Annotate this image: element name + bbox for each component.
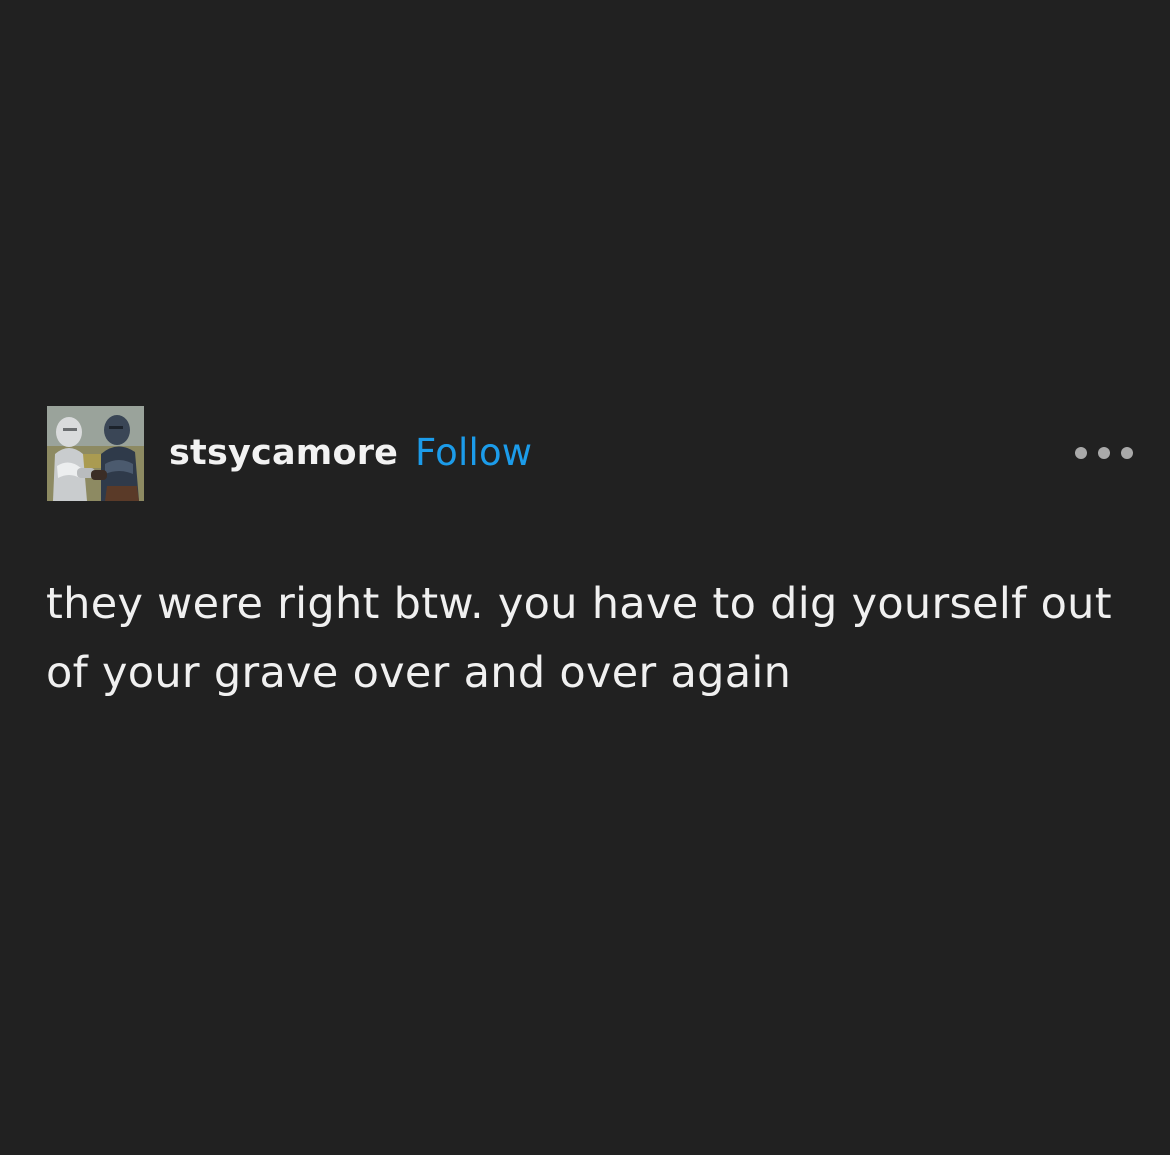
post-body-text: they were right btw. you have to dig you… <box>46 579 1112 698</box>
author-username[interactable]: stsycamore <box>169 433 398 473</box>
follow-button[interactable]: Follow <box>415 432 532 474</box>
menu-dot <box>1121 447 1133 459</box>
avatar[interactable] <box>47 406 144 501</box>
avatar-image <box>47 406 144 501</box>
menu-dot <box>1075 447 1087 459</box>
post-header: stsycamore Follow <box>47 406 1137 502</box>
menu-dot <box>1098 447 1110 459</box>
more-options-icon[interactable] <box>1075 443 1133 463</box>
post-card: stsycamore Follow they were right btw. y… <box>0 0 1170 1155</box>
